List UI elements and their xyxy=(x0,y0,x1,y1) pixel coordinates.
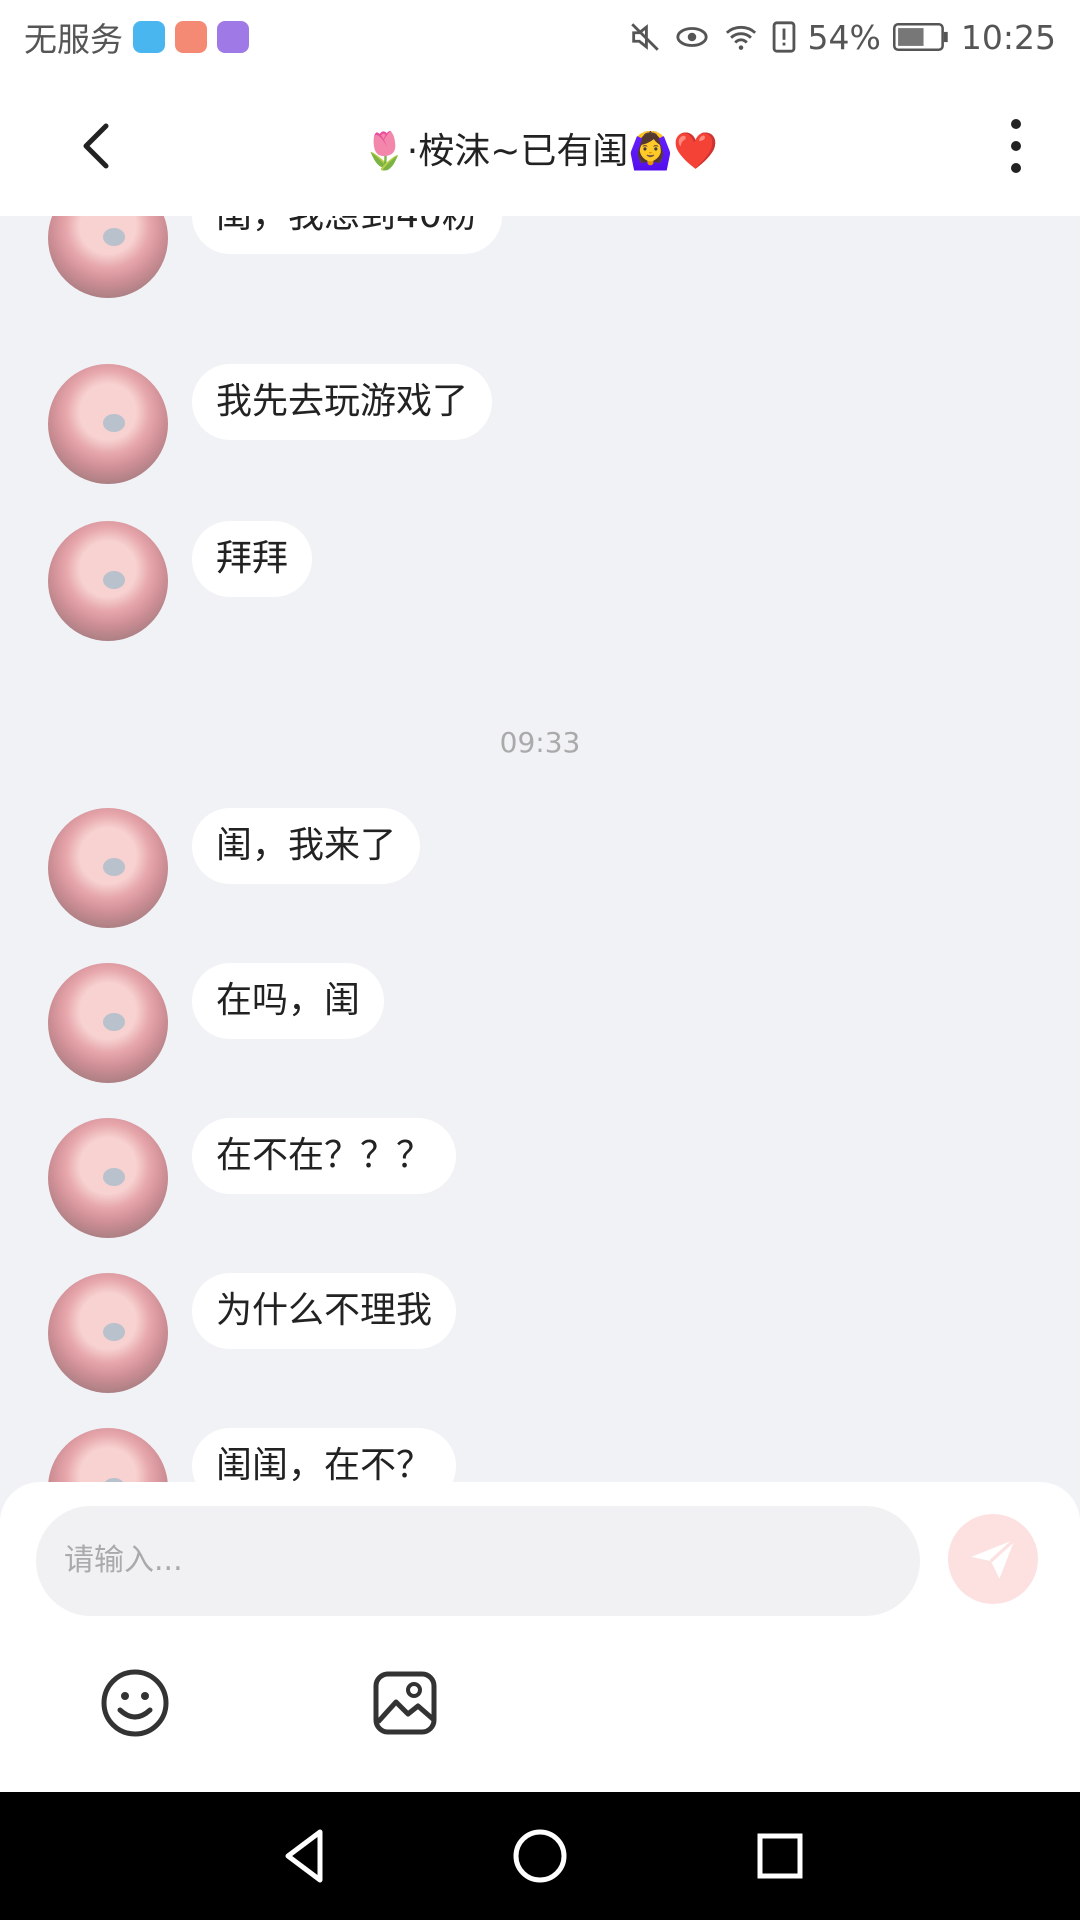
status-right: 54% 10:25 xyxy=(628,18,1056,57)
message-row: 闺，我来了 xyxy=(0,808,1080,938)
chat-title: 🌷·桉沫~已有闺🙆‍♀️❤️ xyxy=(361,131,719,172)
timestamp: 09:33 xyxy=(499,726,581,759)
battery-icon xyxy=(892,23,948,51)
avatar[interactable] xyxy=(48,1118,168,1238)
avatar[interactable] xyxy=(48,1273,168,1393)
send-icon xyxy=(971,1538,1016,1579)
message-row: 我先去玩游戏了 xyxy=(0,364,1080,494)
chat-header: 🌷·桉沫~已有闺🙆‍♀️❤️ xyxy=(0,74,1080,216)
wifi-icon xyxy=(725,25,756,50)
square-recents-icon xyxy=(757,1833,803,1879)
avatar[interactable] xyxy=(48,521,168,641)
circle-home-icon xyxy=(513,1829,567,1883)
image-icon xyxy=(373,1671,437,1735)
more-vertical-icon xyxy=(1011,119,1021,173)
message-bubble[interactable]: 闺，我想到40粉 xyxy=(192,216,502,254)
message-bubble[interactable]: 闺，我来了 xyxy=(192,808,421,884)
message-row: 为什么不理我 xyxy=(0,1273,1080,1403)
composer: 请输入... xyxy=(0,1482,1080,1792)
battery-percent: 54% xyxy=(807,17,881,57)
message-bubble[interactable]: 我先去玩游戏了 xyxy=(192,364,493,440)
alert-icon xyxy=(772,21,795,53)
message-bubble[interactable]: 在吗，闺 xyxy=(192,963,385,1039)
message-row: 拜拜 xyxy=(0,521,1080,651)
nav-recents-button[interactable] xyxy=(748,1824,812,1888)
message-bubble[interactable]: 在不在？？？ xyxy=(192,1118,457,1194)
message-list[interactable]: 闺，我想到40粉 我先去玩游戏了 拜拜 09:33 闺，我来了 在吗，闺 在不在… xyxy=(0,216,1080,1482)
browser-app-icon xyxy=(217,21,249,53)
avatar[interactable] xyxy=(48,808,168,928)
nav-home-button[interactable] xyxy=(508,1824,572,1888)
avatar[interactable] xyxy=(48,364,168,484)
image-button[interactable] xyxy=(372,1670,438,1736)
system-nav-bar xyxy=(0,1792,1080,1920)
message-bubble[interactable]: 拜拜 xyxy=(192,521,313,597)
carrier-text: 无服务 xyxy=(24,20,123,59)
status-bar: 无服务 54% 10:25 xyxy=(0,0,1080,74)
shield-app-icon xyxy=(133,21,165,53)
message-bubble[interactable]: 闺闺，在不？ xyxy=(192,1428,457,1482)
message-row: 在不在？？？ xyxy=(0,1118,1080,1248)
avatar[interactable] xyxy=(48,1428,168,1482)
nav-back-button[interactable] xyxy=(272,1824,336,1888)
gallery-app-icon xyxy=(175,21,207,53)
status-left: 无服务 xyxy=(24,13,249,61)
message-bubble[interactable]: 为什么不理我 xyxy=(192,1273,457,1349)
emoji-icon xyxy=(101,1669,169,1737)
avatar[interactable] xyxy=(48,216,168,298)
more-options-button[interactable] xyxy=(1002,114,1030,178)
message-input[interactable]: 请输入... xyxy=(36,1506,920,1616)
eye-icon xyxy=(675,27,708,47)
avatar[interactable] xyxy=(48,963,168,1083)
message-row: 闺，我想到40粉 xyxy=(0,216,1080,308)
mute-icon xyxy=(630,23,659,51)
send-button[interactable] xyxy=(948,1514,1038,1604)
message-row: 在吗，闺 xyxy=(0,963,1080,1093)
message-row: 闺闺，在不？ xyxy=(0,1428,1080,1482)
triangle-back-icon xyxy=(285,1829,323,1883)
clock: 10:25 xyxy=(960,17,1056,57)
emoji-button[interactable] xyxy=(100,1668,170,1738)
